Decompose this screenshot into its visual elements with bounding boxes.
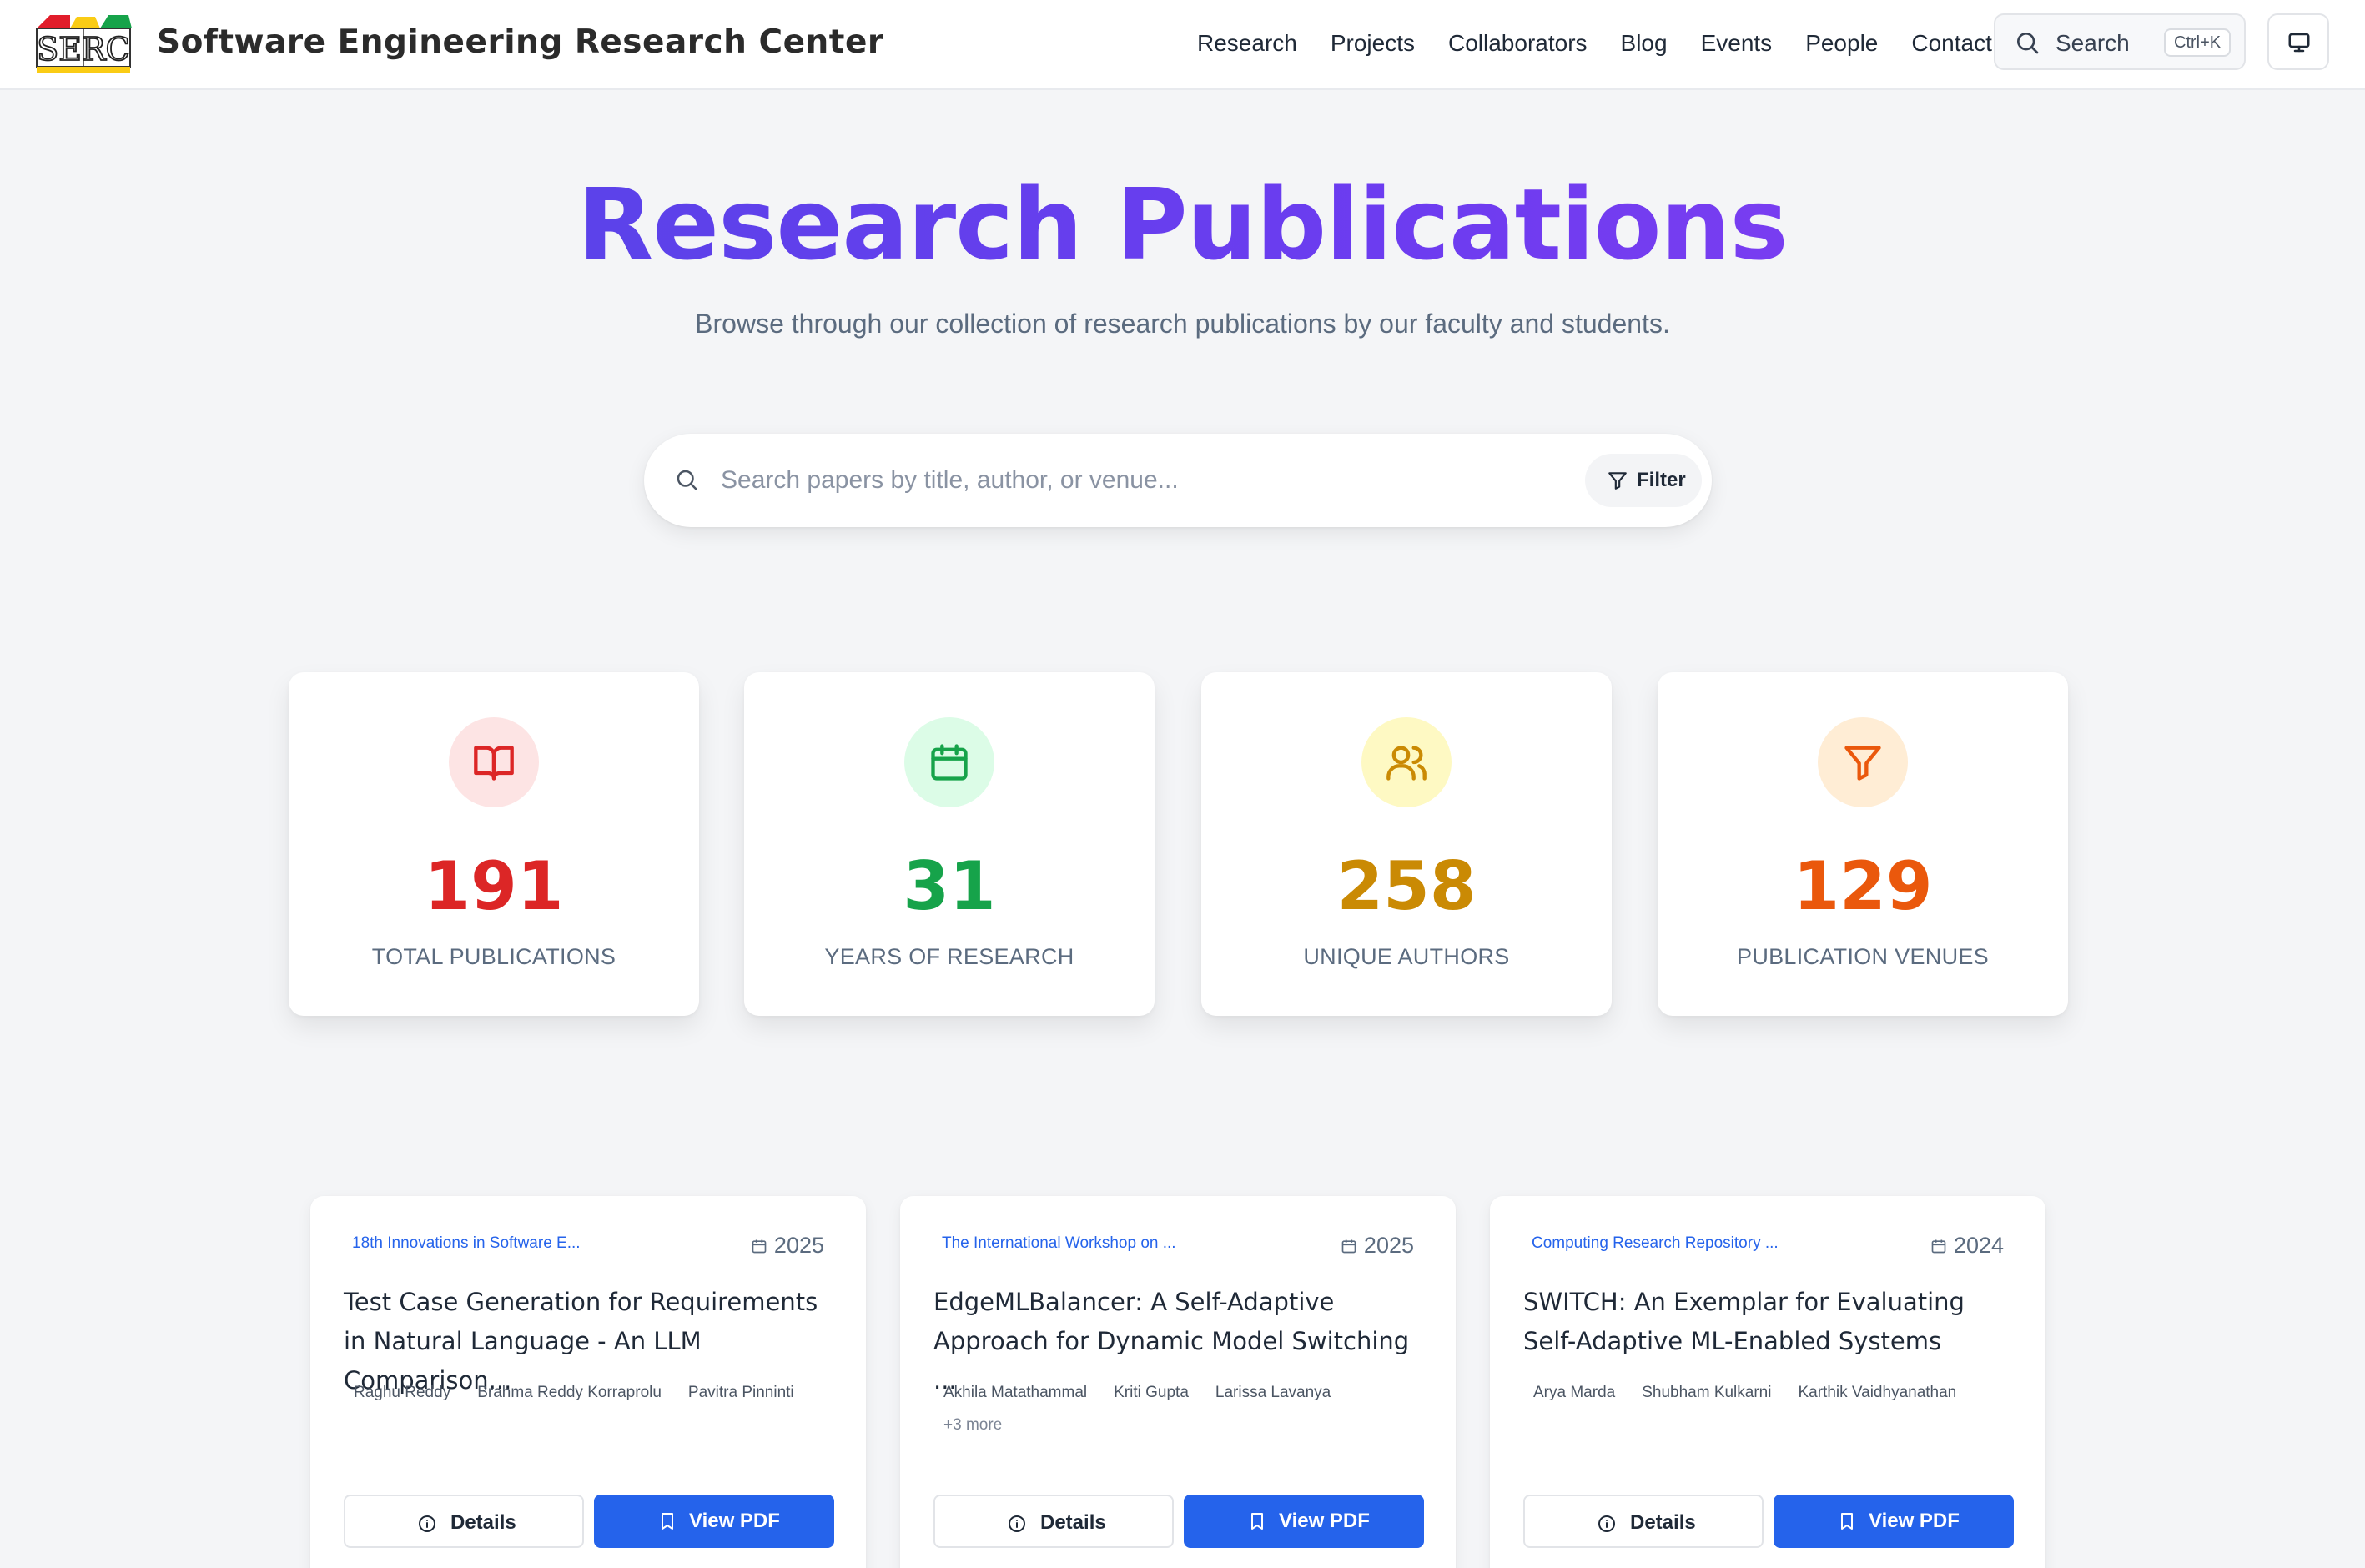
stat-card-publication-venues: 129 PUBLICATION VENUES: [1658, 672, 2068, 1016]
details-label: Details: [1630, 1511, 1696, 1534]
brand-name[interactable]: Software Engineering Research Center: [157, 23, 884, 61]
stat-card-years-of-research: 31 YEARS OF RESEARCH: [744, 672, 1155, 1016]
info-icon: [1009, 1515, 1025, 1532]
stat-icon-badge: [449, 717, 539, 807]
view-pdf-label: View PDF: [1279, 1510, 1370, 1532]
nav-blog[interactable]: Blog: [1621, 30, 1668, 57]
author-name[interactable]: Pavitra Pinninti: [688, 1381, 794, 1415]
main-nav: Research Projects Collaborators Blog Eve…: [1197, 0, 2025, 87]
bookmark-icon: [1251, 1513, 1263, 1530]
info-icon: [1598, 1515, 1615, 1532]
stat-icon-badge: [904, 717, 994, 807]
nav-collaborators[interactable]: Collaborators: [1448, 30, 1588, 57]
stat-card-total-publications: 191 TOTAL PUBLICATIONS: [289, 672, 699, 1016]
author-list: Raghu Reddy Brahma Reddy Korraprolu Pavi…: [354, 1381, 846, 1415]
details-button[interactable]: Details: [344, 1495, 584, 1548]
site-search-button[interactable]: Search Ctrl+K: [1994, 13, 2246, 70]
stat-label: TOTAL PUBLICATIONS: [371, 944, 616, 969]
monitor-icon: [2288, 33, 2310, 53]
author-name[interactable]: Kriti Gupta: [1114, 1381, 1189, 1415]
view-pdf-button[interactable]: View PDF: [1184, 1495, 1424, 1548]
details-button[interactable]: Details: [1523, 1495, 1764, 1548]
nav-projects[interactable]: Projects: [1331, 30, 1415, 57]
year-value: 2024: [1953, 1233, 2004, 1258]
publication-search-input[interactable]: [721, 457, 1455, 504]
search-shortcut-badge: Ctrl+K: [2164, 28, 2232, 57]
stat-value: 129: [1793, 847, 1933, 925]
details-button[interactable]: Details: [933, 1495, 1174, 1548]
year-value: 2025: [1363, 1233, 1414, 1258]
stat-value: 31: [903, 847, 996, 925]
view-pdf-label: View PDF: [689, 1510, 780, 1532]
serc-logo[interactable]: SERC: [33, 10, 135, 77]
author-name[interactable]: Brahma Reddy Korraprolu: [477, 1381, 662, 1415]
publication-card: 18th Innovations in Software E... 2025 T…: [310, 1196, 866, 1568]
nav-people[interactable]: People: [1805, 30, 1878, 57]
stat-label: UNIQUE AUTHORS: [1303, 944, 1510, 969]
stat-icon-badge: [1361, 717, 1452, 807]
author-name[interactable]: Arya Marda: [1533, 1381, 1615, 1415]
bookmark-icon: [662, 1513, 673, 1530]
filter-label: Filter: [1637, 469, 1686, 491]
calendar-icon: [1931, 1239, 1946, 1253]
publication-venue[interactable]: Computing Research Repository ...: [1532, 1234, 1779, 1253]
author-name[interactable]: Raghu Reddy: [354, 1381, 450, 1415]
stat-icon-badge: [1818, 717, 1908, 807]
details-label: Details: [450, 1511, 516, 1534]
logo-letters: SERC: [37, 31, 129, 68]
theme-toggle-button[interactable]: [2267, 13, 2329, 70]
stat-label: YEARS OF RESEARCH: [824, 944, 1074, 969]
nav-contact[interactable]: Contact: [1911, 30, 1992, 57]
stat-label: PUBLICATION VENUES: [1737, 944, 1989, 969]
author-name[interactable]: Larissa Lavanya: [1215, 1381, 1331, 1415]
details-label: Details: [1040, 1511, 1106, 1534]
author-name[interactable]: Karthik Vaidhyanathan: [1798, 1381, 1956, 1415]
info-icon: [419, 1515, 435, 1532]
publication-card: Computing Research Repository ... 2024 S…: [1490, 1196, 2045, 1568]
bookmark-icon: [1841, 1513, 1853, 1530]
year-value: 2025: [773, 1233, 824, 1258]
search-icon: [677, 470, 697, 490]
view-pdf-button[interactable]: View PDF: [1774, 1495, 2014, 1548]
publication-venue[interactable]: The International Workshop on ...: [942, 1234, 1176, 1253]
publication-card: The International Workshop on ... 2025 E…: [900, 1196, 1456, 1568]
stat-card-unique-authors: 258 UNIQUE AUTHORS: [1201, 672, 1612, 1016]
page-title: Research Publications: [0, 167, 2365, 282]
publication-venue[interactable]: 18th Innovations in Software E...: [352, 1234, 581, 1253]
calendar-icon: [752, 1239, 767, 1253]
filter-icon: [1608, 472, 1627, 490]
publication-search-bar: Filter: [644, 434, 1712, 527]
more-authors-link[interactable]: +3 more: [943, 1416, 1002, 1435]
publication-year: 2024: [1930, 1233, 2004, 1259]
nav-events[interactable]: Events: [1701, 30, 1773, 57]
filter-icon: [1844, 746, 1881, 781]
calendar-icon: [1341, 1239, 1356, 1253]
author-name[interactable]: Akhila Matathammal: [943, 1381, 1087, 1415]
author-name[interactable]: Shubham Kulkarni: [1642, 1381, 1771, 1415]
search-icon: [2017, 33, 2039, 54]
author-list: Akhila Matathammal Kriti Gupta Larissa L…: [943, 1381, 1436, 1415]
stat-value: 191: [424, 847, 564, 925]
book-open-icon: [474, 746, 514, 781]
nav-research[interactable]: Research: [1197, 30, 1297, 57]
users-icon: [1386, 746, 1427, 781]
view-pdf-label: View PDF: [1869, 1510, 1960, 1532]
filter-button[interactable]: Filter: [1585, 454, 1702, 507]
view-pdf-button[interactable]: View PDF: [594, 1495, 834, 1548]
publication-title[interactable]: SWITCH: An Exemplar for Evaluating Self-…: [1523, 1283, 2015, 1361]
search-label: Search: [2056, 30, 2130, 56]
stat-value: 258: [1336, 847, 1477, 925]
author-list: Arya Marda Shubham Kulkarni Karthik Vaid…: [1533, 1381, 2025, 1415]
publication-year: 2025: [751, 1233, 824, 1259]
publication-year: 2025: [1341, 1233, 1414, 1259]
top-navbar: SERC Software Engineering Research Cente…: [0, 0, 2365, 90]
calendar-icon: [931, 744, 968, 781]
page-subtitle: Browse through our collection of researc…: [695, 309, 1670, 339]
